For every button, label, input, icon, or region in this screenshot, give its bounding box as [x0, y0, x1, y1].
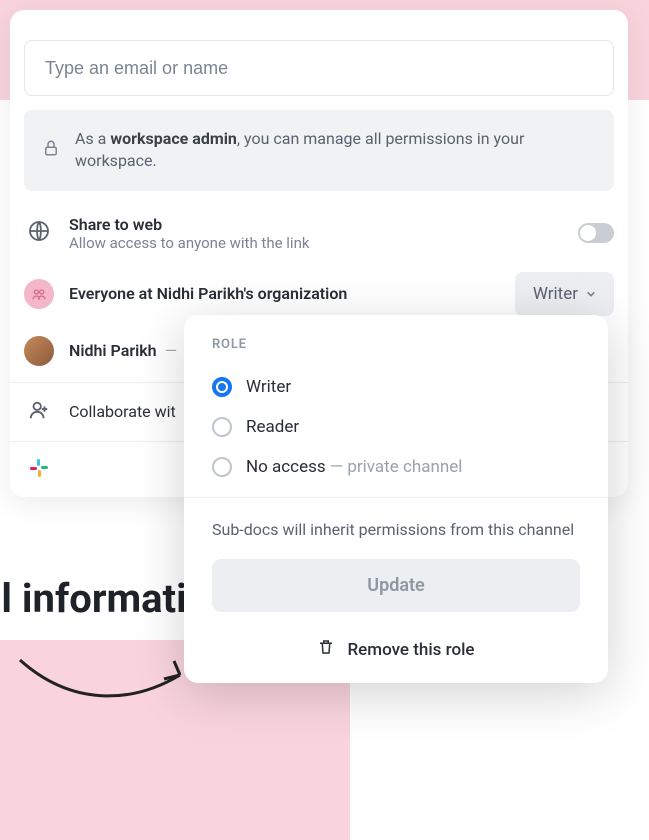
role-option-label: Writer: [246, 377, 291, 397]
role-option-reader[interactable]: Reader: [212, 407, 580, 447]
org-label: Everyone at Nidhi Parikh's organization: [69, 284, 500, 303]
radio-icon: [212, 417, 232, 437]
admin-notice-bold: workspace admin: [110, 129, 237, 148]
role-popover: ROLE Writer Reader No access — private c…: [184, 315, 608, 683]
collaborate-label: Collaborate wit: [69, 402, 176, 421]
user-dash: —: [165, 341, 178, 360]
share-web-toggle[interactable]: [578, 223, 614, 243]
lock-icon: [42, 139, 60, 161]
admin-notice-prefix: As a: [75, 129, 110, 148]
user-name: Nidhi Parikh: [69, 341, 157, 360]
share-to-web-row: Share to web Allow access to anyone with…: [10, 205, 628, 262]
user-avatar: [24, 336, 54, 366]
radio-icon: [212, 457, 232, 477]
role-option-noaccess[interactable]: No access — private channel: [212, 447, 580, 487]
arrow-scribble: [10, 650, 210, 720]
org-role-value: Writer: [533, 284, 578, 304]
admin-notice: As a workspace admin, you can manage all…: [24, 110, 614, 191]
remove-role-button[interactable]: Remove this role: [184, 624, 608, 683]
chevron-down-icon: [586, 284, 596, 304]
globe-icon: [27, 219, 51, 247]
invite-input[interactable]: [24, 40, 614, 96]
role-option-writer[interactable]: Writer: [212, 367, 580, 407]
radio-selected-icon: [212, 377, 232, 397]
role-option-label: No access: [246, 457, 326, 477]
role-option-label: Reader: [246, 417, 299, 437]
share-web-title: Share to web: [69, 215, 563, 234]
role-option-suffix: — private channel: [326, 457, 463, 477]
add-user-icon: [28, 399, 50, 425]
org-avatar: [24, 279, 54, 309]
role-section-label: ROLE: [212, 337, 580, 352]
trash-icon: [317, 638, 335, 661]
remove-role-label: Remove this role: [347, 640, 474, 660]
update-button[interactable]: Update: [212, 559, 580, 612]
org-role-dropdown[interactable]: Writer: [515, 272, 614, 316]
inheritance-note: Sub-docs will inherit permissions from t…: [184, 498, 608, 559]
share-web-subtitle: Allow access to anyone with the link: [69, 234, 563, 252]
slack-icon: [29, 458, 49, 482]
